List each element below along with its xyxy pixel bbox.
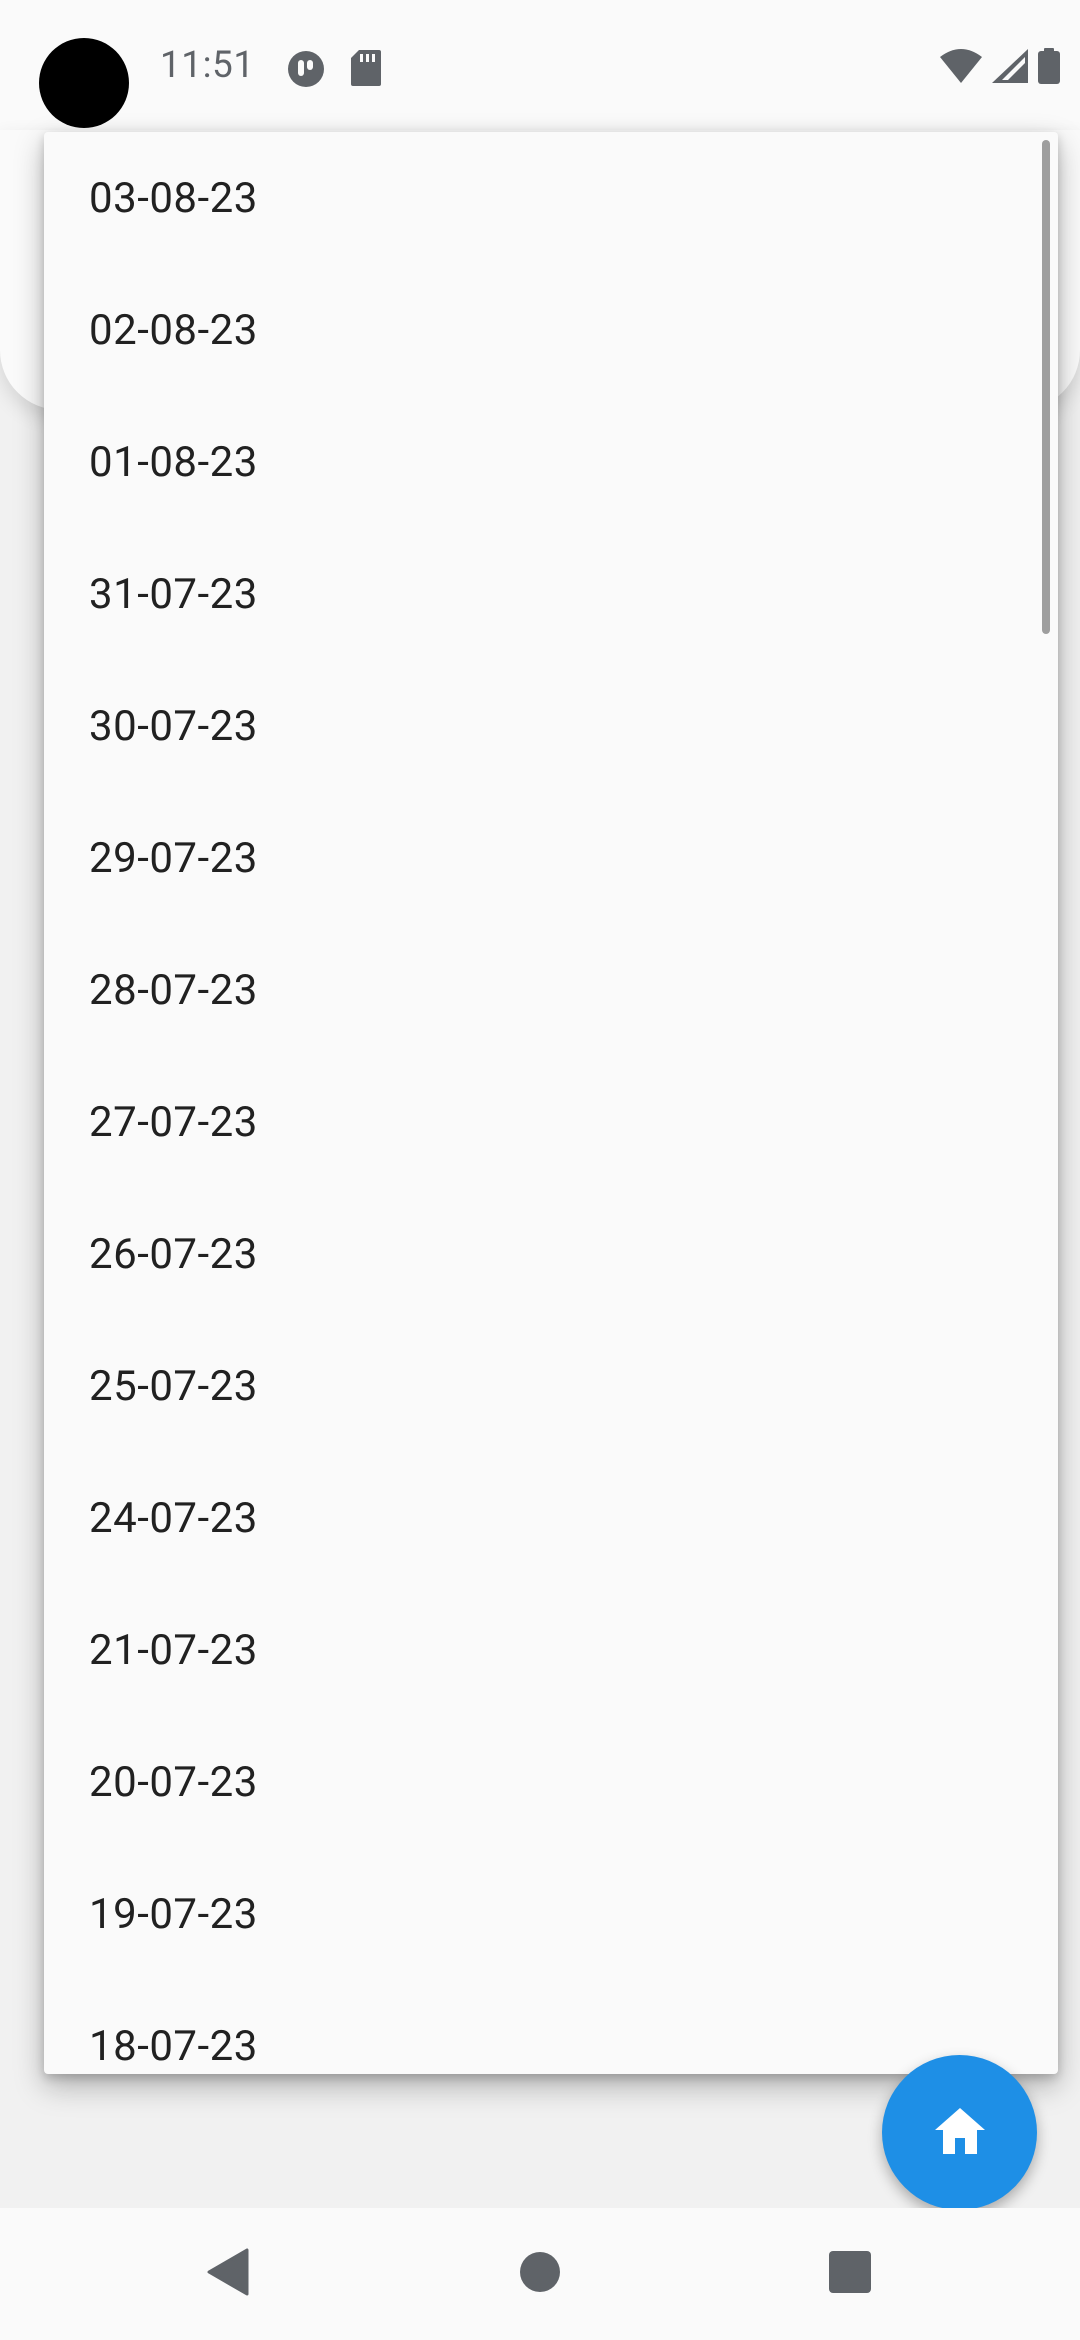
date-option[interactable]: 20-07-23 [44,1716,1058,1848]
nav-home-button[interactable] [460,2208,620,2340]
date-option[interactable]: 21-07-23 [44,1584,1058,1716]
sd-card-icon [351,50,381,90]
date-option[interactable]: 24-07-23 [44,1452,1058,1584]
notification-app-icon [287,50,325,92]
status-right-icons [940,48,1060,88]
wifi-icon [940,49,982,87]
date-option[interactable]: 01-08-23 [44,396,1058,528]
back-icon [205,2248,249,2300]
date-option[interactable]: 31-07-23 [44,528,1058,660]
date-option[interactable]: 29-07-23 [44,792,1058,924]
recents-icon [829,2251,871,2297]
battery-icon [1038,48,1060,88]
date-option[interactable]: 28-07-23 [44,924,1058,1056]
navigation-bar [0,2208,1080,2340]
status-time: 11:51 [160,44,255,87]
nav-back-button[interactable] [147,2208,307,2340]
date-option[interactable]: 02-08-23 [44,264,1058,396]
home-fab-button[interactable] [882,2055,1037,2210]
date-option[interactable]: 30-07-23 [44,660,1058,792]
camera-cutout [39,38,129,128]
home-circle-icon [519,2251,561,2297]
date-list: 03-08-23 02-08-23 01-08-23 31-07-23 30-07-23… [44,132,1058,2074]
date-option[interactable]: 26-07-23 [44,1188,1058,1320]
screen: 11:51 03-08-23 02-08-23 01-08-23 31-07-2… [0,0,1080,2340]
home-icon [933,2106,987,2160]
status-bar: 11:51 [0,0,1080,132]
date-option[interactable]: 19-07-23 [44,1848,1058,1980]
date-dropdown-menu[interactable]: 03-08-23 02-08-23 01-08-23 31-07-23 30-07-23… [44,132,1058,2074]
date-option[interactable]: 03-08-23 [44,132,1058,264]
date-option[interactable]: 25-07-23 [44,1320,1058,1452]
scrollbar-thumb[interactable] [1042,140,1050,634]
date-option[interactable]: 18-07-23 [44,1980,1058,2074]
date-option[interactable]: 27-07-23 [44,1056,1058,1188]
nav-recents-button[interactable] [770,2208,930,2340]
cell-signal-icon [992,49,1028,87]
